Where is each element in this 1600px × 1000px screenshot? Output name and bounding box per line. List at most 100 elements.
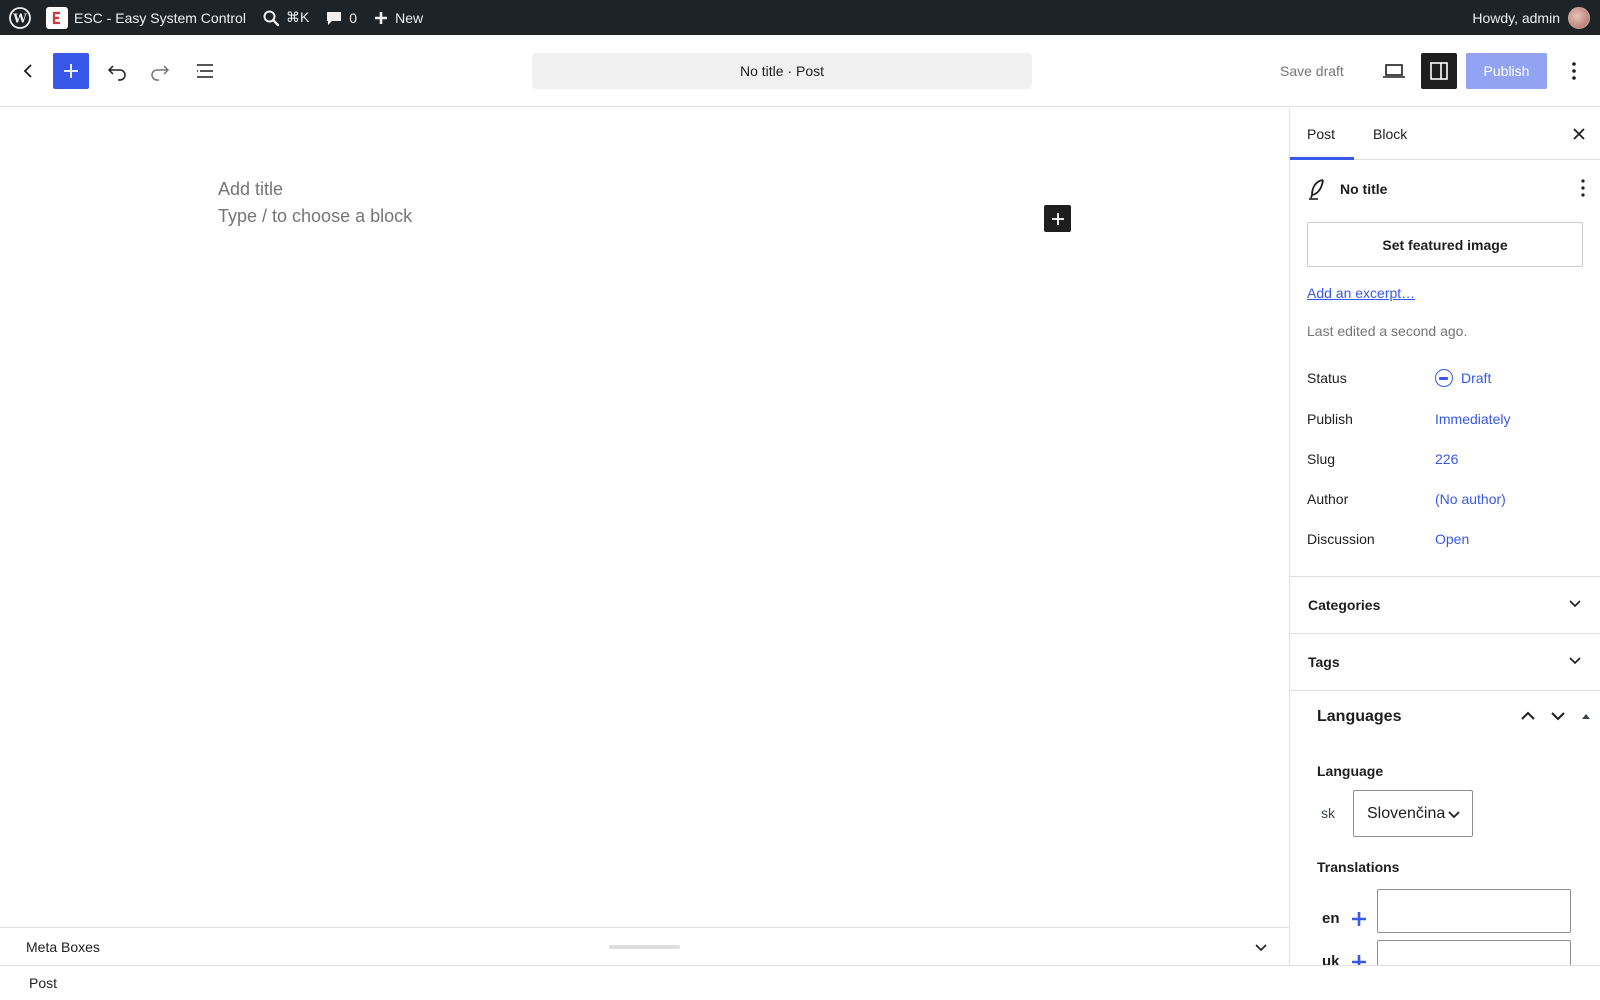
new-label: New xyxy=(395,9,424,26)
move-down-icon[interactable] xyxy=(1549,707,1567,725)
slug-label: Slug xyxy=(1307,451,1336,467)
discussion-label: Discussion xyxy=(1307,531,1375,547)
list-view-icon xyxy=(197,64,213,78)
post-title-input[interactable]: Add title xyxy=(218,179,283,200)
translations-label: Translations xyxy=(1317,859,1400,875)
categories-panel-toggle[interactable]: Categories xyxy=(1290,576,1600,633)
document-bar[interactable]: No title · Post xyxy=(532,53,1032,89)
tab-post[interactable]: Post xyxy=(1307,108,1335,160)
comment-icon xyxy=(327,11,342,25)
editor-canvas[interactable]: Add title Type / to choose a block xyxy=(0,108,1289,927)
post-title-text: No title xyxy=(1340,181,1388,197)
esc-logo-icon xyxy=(46,6,68,29)
languages-panel-controls xyxy=(1519,707,1593,725)
translation-input-en[interactable] xyxy=(1377,889,1571,933)
wordpress-logo-icon[interactable]: W xyxy=(2,0,38,35)
close-sidebar-button[interactable] xyxy=(1567,122,1591,146)
publish-date-button[interactable]: Immediately xyxy=(1435,411,1510,427)
meta-boxes-resize-handle[interactable] xyxy=(609,945,680,949)
add-excerpt-link[interactable]: Add an excerpt… xyxy=(1307,285,1415,301)
post-feather-icon xyxy=(1309,179,1324,200)
set-featured-image-button[interactable]: Set featured image xyxy=(1307,222,1583,267)
document-overview-button[interactable] xyxy=(189,55,221,87)
plus-icon xyxy=(375,11,388,24)
chevron-down-icon xyxy=(1569,657,1581,665)
status-label: Status xyxy=(1307,370,1347,386)
status-value: Draft xyxy=(1461,370,1492,386)
sidebar-icon xyxy=(1430,62,1448,80)
back-button[interactable] xyxy=(14,57,42,85)
languages-metabox: Languages Language sk Slovenčina Transla… xyxy=(1290,690,1600,965)
last-edited-text: Last edited a second ago. xyxy=(1307,323,1468,339)
avatar xyxy=(1568,6,1590,29)
admin-bar: W ESC - Easy System Control ⌘K 0 New How… xyxy=(0,0,1600,35)
tab-block[interactable]: Block xyxy=(1373,108,1407,160)
slug-row: Slug 226 xyxy=(1307,447,1587,471)
new-content-link[interactable]: New xyxy=(365,0,431,35)
editor-footer: Post xyxy=(0,965,1600,1000)
translation-input-uk[interactable] xyxy=(1377,940,1571,965)
active-tab-indicator xyxy=(1290,157,1354,160)
discussion-button[interactable]: Open xyxy=(1435,531,1469,547)
save-draft-button[interactable]: Save draft xyxy=(1280,53,1344,89)
desktop-icon xyxy=(1383,64,1405,78)
breadcrumb[interactable]: Post xyxy=(29,975,57,991)
publish-button[interactable]: Publish xyxy=(1466,53,1547,89)
collapse-triangle-icon[interactable] xyxy=(1579,709,1593,723)
translation-code-en: en xyxy=(1322,910,1340,927)
close-icon xyxy=(1573,128,1585,140)
options-button[interactable] xyxy=(1560,55,1588,87)
publish-label: Publish xyxy=(1307,411,1353,427)
block-inserter-button[interactable] xyxy=(53,53,89,89)
move-up-icon[interactable] xyxy=(1519,707,1537,725)
search-shortcut: ⌘K xyxy=(285,9,310,25)
site-name: ESC - Easy System Control xyxy=(74,9,246,26)
meta-boxes-title: Meta Boxes xyxy=(26,938,100,955)
undo-icon xyxy=(107,65,126,81)
undo-button[interactable] xyxy=(101,55,133,87)
add-translation-plus-icon[interactable] xyxy=(1350,910,1368,928)
author-row: Author (No author) xyxy=(1307,487,1587,511)
draft-status-icon xyxy=(1435,369,1453,387)
comments-count: 0 xyxy=(349,9,358,26)
editor-header: No title · Post Save draft Publish xyxy=(0,35,1600,107)
command-palette-button[interactable]: ⌘K xyxy=(254,0,317,35)
tags-panel-title: Tags xyxy=(1308,654,1340,670)
preview-button[interactable] xyxy=(1378,55,1410,87)
comments-link[interactable]: 0 xyxy=(317,0,365,35)
tags-panel-toggle[interactable]: Tags xyxy=(1290,633,1600,690)
add-block-button[interactable] xyxy=(1044,205,1071,232)
translation-code-uk: uk xyxy=(1322,953,1340,965)
languages-title: Languages xyxy=(1317,708,1402,725)
more-vertical-icon xyxy=(1581,179,1585,197)
status-value-button[interactable]: Draft xyxy=(1435,369,1491,387)
language-label: Language xyxy=(1317,763,1384,779)
post-actions-button[interactable] xyxy=(1580,178,1586,203)
author-button[interactable]: (No author) xyxy=(1435,491,1506,507)
redo-button[interactable] xyxy=(144,55,176,87)
meta-boxes-panel[interactable]: Meta Boxes xyxy=(0,927,1289,965)
svg-text:W: W xyxy=(12,11,27,25)
add-translation-plus-icon[interactable] xyxy=(1350,953,1368,965)
language-select-value: Slovenčina xyxy=(1367,804,1446,822)
settings-toggle-button[interactable] xyxy=(1421,53,1457,89)
plus-icon xyxy=(64,64,78,78)
paragraph-block-placeholder[interactable]: Type / to choose a block xyxy=(218,206,412,227)
my-account-link[interactable]: Howdy, admin xyxy=(1464,0,1600,35)
document-title: No title · Post xyxy=(739,63,825,79)
site-name-link[interactable]: ESC - Easy System Control xyxy=(38,0,254,35)
search-icon xyxy=(263,10,280,26)
post-summary-title: No title xyxy=(1308,178,1387,200)
language-select[interactable]: Slovenčina xyxy=(1353,790,1473,837)
plus-icon xyxy=(1051,212,1064,225)
chevron-down-icon xyxy=(1569,600,1581,608)
slug-button[interactable]: 226 xyxy=(1435,451,1458,467)
categories-panel-title: Categories xyxy=(1308,597,1381,613)
chevron-down-icon[interactable] xyxy=(1253,939,1269,955)
chevron-down-icon xyxy=(1448,810,1460,818)
current-language-code: sk xyxy=(1321,805,1335,821)
sidebar-tabs: Post Block xyxy=(1290,108,1600,160)
settings-sidebar: Post Block No title Set featured image A… xyxy=(1289,108,1600,965)
publish-row: Publish Immediately xyxy=(1307,407,1587,431)
redo-icon xyxy=(151,65,170,81)
